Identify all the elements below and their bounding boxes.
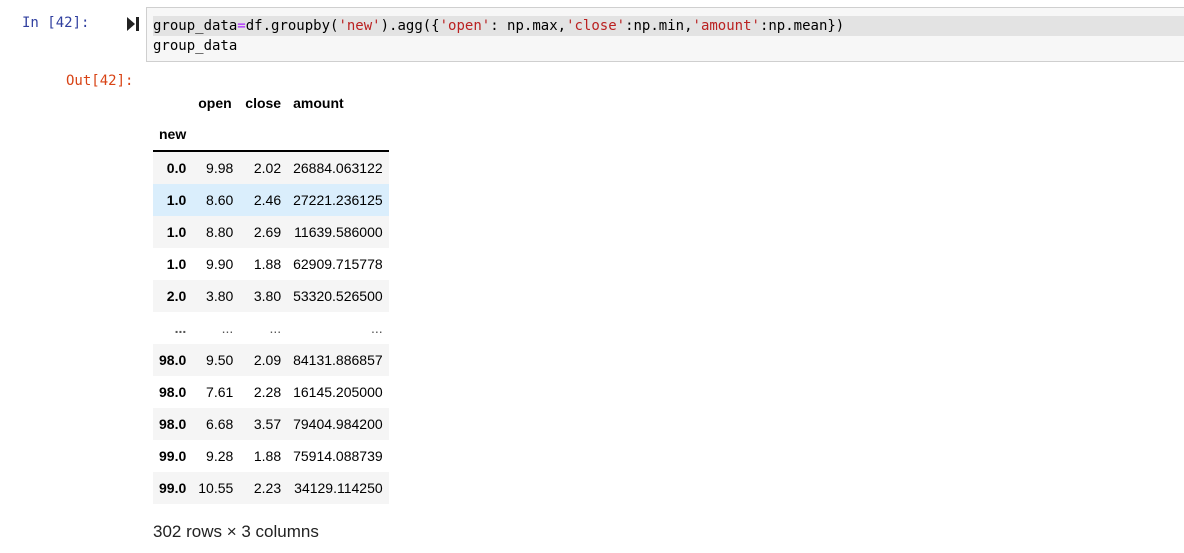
column-header-amount: amount (293, 95, 344, 111)
table-row: 99.0 10.55 2.23 34129.114250 (153, 472, 389, 504)
code-line-1[interactable]: group_data=df.groupby('new').agg({'open'… (153, 16, 1184, 36)
cell-close: 1.88 (253, 256, 282, 272)
cell-close: 2.69 (253, 224, 282, 240)
code-token: :np.min, (625, 18, 693, 34)
row-index: 1.0 (166, 256, 187, 272)
column-header-row: open close amount (153, 88, 389, 118)
cell-open: 9.28 (206, 448, 234, 464)
code-operator: = (237, 18, 246, 34)
cell-amount: 62909.715778 (293, 256, 383, 272)
table-row: 2.0 3.80 3.80 53320.526500 (153, 280, 389, 312)
cell-amount: ... (370, 320, 383, 336)
row-index: 2.0 (166, 288, 187, 304)
cell-close: 2.09 (253, 352, 282, 368)
row-index: 1.0 (166, 192, 187, 208)
cell-open: 8.60 (206, 192, 234, 208)
cell-close: 1.88 (253, 448, 282, 464)
table-row: 98.0 9.50 2.09 84131.886857 (153, 344, 389, 376)
dataframe-output: open close amount new 0.0 9.98 2.02 26884.0… (153, 88, 389, 504)
cell-amount: 84131.886857 (293, 352, 383, 368)
code-string: 'new' (338, 18, 381, 34)
dataframe-shape: 302 rows × 3 columns (153, 522, 319, 541)
cell-amount: 34129.114250 (294, 480, 383, 496)
cell-open: ... (221, 320, 234, 336)
cell-amount: 27221.236125 (293, 192, 383, 208)
run-cell-icon[interactable] (126, 16, 140, 32)
cell-close: 2.28 (253, 384, 282, 400)
index-name-row: new (153, 118, 389, 152)
cell-open: 9.50 (206, 352, 234, 368)
index-name-blank (239, 118, 288, 152)
table-row: 98.0 6.68 3.57 79404.984200 (153, 408, 389, 440)
table-row: 1.0 8.80 2.69 11639.586000 (153, 216, 389, 248)
row-index: 98.0 (159, 352, 187, 368)
code-line-2[interactable]: group_data (153, 36, 237, 56)
row-index: 98.0 (159, 384, 187, 400)
row-index: 99.0 (159, 480, 187, 496)
cell-open: 6.68 (206, 416, 234, 432)
index-name-blank (192, 118, 240, 152)
cell-close: 2.02 (253, 160, 282, 176)
dataframe-body: 0.0 9.98 2.02 26884.063122 1.0 8.60 2.46 27221.… (153, 151, 389, 504)
index-name-blank (287, 118, 389, 152)
index-header-blank (153, 88, 192, 118)
table-row: 99.0 9.28 1.88 75914.088739 (153, 440, 389, 472)
cell-open: 3.80 (206, 288, 234, 304)
column-header-close: close (245, 95, 282, 111)
cell-amount: 11639.586000 (294, 224, 383, 240)
code-string: 'close' (566, 18, 626, 34)
cell-amount: 16145.205000 (293, 384, 383, 400)
cell-open: 9.90 (206, 256, 234, 272)
row-index: ... (174, 320, 187, 336)
row-index: 0.0 (166, 160, 187, 176)
table-row: 0.0 9.98 2.02 26884.063122 (153, 151, 389, 184)
output-prompt: Out[42]: (66, 73, 134, 89)
cell-close: ... (269, 320, 282, 336)
table-row: ............ (153, 312, 389, 344)
table-row: 1.0 8.60 2.46 27221.236125 (153, 184, 389, 216)
column-header-open: open (198, 95, 232, 111)
code-token: ).agg({ (380, 18, 440, 34)
code-token: : np.max, (490, 18, 567, 34)
cell-open: 9.98 (206, 160, 234, 176)
cell-open: 10.55 (198, 480, 234, 496)
table-row: 1.0 9.90 1.88 62909.715778 (153, 248, 389, 280)
cell-close: 3.57 (253, 416, 282, 432)
cell-open: 7.61 (206, 384, 234, 400)
cell-close: 2.23 (253, 480, 282, 496)
code-string: 'open' (439, 18, 491, 34)
table-row: 98.0 7.61 2.28 16145.205000 (153, 376, 389, 408)
code-editor[interactable]: group_data=df.groupby('new').agg({'open'… (146, 7, 1184, 62)
row-index: 1.0 (166, 224, 187, 240)
input-prompt: In [42]: (22, 15, 90, 31)
code-token: df.groupby( (245, 18, 339, 34)
cell-close: 2.46 (253, 192, 282, 208)
cell-amount: 79404.984200 (293, 416, 383, 432)
index-name: new (153, 118, 193, 152)
dataframe-table: open close amount new 0.0 9.98 2.02 26884.0… (153, 88, 389, 504)
code-token: group_data (153, 18, 238, 34)
cell-close: 3.80 (253, 288, 282, 304)
code-token: :np.mean}) (759, 18, 845, 34)
row-index: 99.0 (159, 448, 187, 464)
code-string: 'amount' (692, 18, 760, 34)
cell-open: 8.80 (206, 224, 234, 240)
row-index: 98.0 (159, 416, 187, 432)
cell-amount: 26884.063122 (293, 160, 383, 176)
cell-amount: 53320.526500 (293, 288, 383, 304)
cell-amount: 75914.088739 (293, 448, 383, 464)
